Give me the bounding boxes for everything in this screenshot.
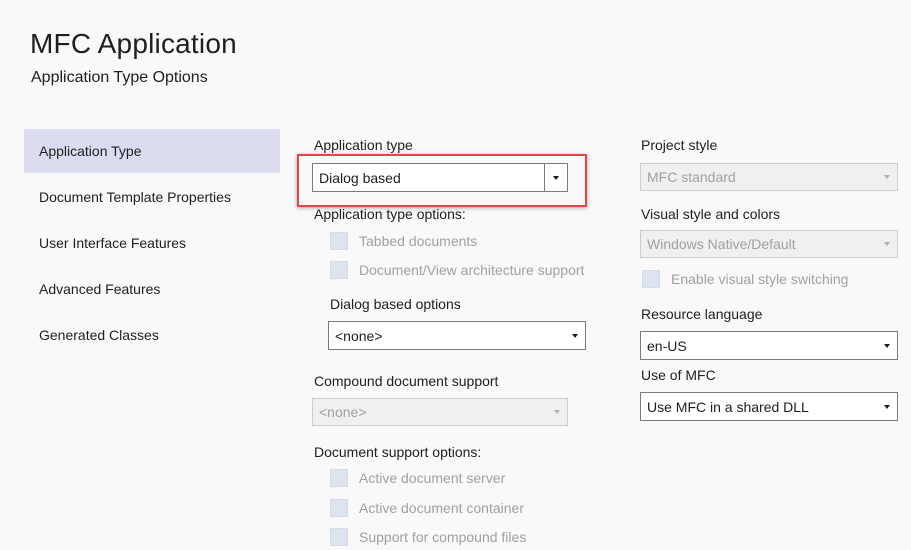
page-subtitle: Application Type Options [31, 69, 208, 86]
tabbed-documents-label: Tabbed documents [359, 233, 478, 249]
compound-document-dropdown[interactable]: <none> [312, 398, 568, 426]
project-style-dropdown[interactable]: MFC standard [640, 163, 898, 191]
sidebar-item-label: Generated Classes [39, 327, 159, 343]
visual-style-switching-row: Enable visual style switching [642, 269, 848, 289]
compound-document-label: Compound document support [314, 373, 499, 389]
page-title: MFC Application [30, 28, 237, 59]
dialog-options-value: <none> [335, 327, 383, 344]
docview-checkbox-row: Document/View architecture support [330, 260, 584, 280]
resource-language-label: Resource language [641, 306, 763, 322]
compound-document-value: <none> [319, 404, 367, 420]
application-type-options-label: Application type options: [314, 206, 466, 222]
dropdown-arrow-icon[interactable] [877, 332, 897, 359]
visual-style-switching-label: Enable visual style switching [671, 271, 849, 287]
resource-language-value: en-US [647, 337, 687, 354]
sidebar-item-application-type[interactable]: Application Type [24, 129, 280, 173]
compound-files-checkbox-row: Support for compound files [330, 527, 526, 547]
dropdown-arrow-icon[interactable] [877, 231, 897, 257]
sidebar-item-document-template-properties[interactable]: Document Template Properties [24, 175, 280, 219]
active-document-container-checkbox[interactable] [330, 499, 348, 517]
compound-files-checkbox[interactable] [330, 528, 348, 546]
sidebar-item-generated-classes[interactable]: Generated Classes [24, 313, 280, 357]
dialog-options-label: Dialog based options [330, 296, 461, 312]
sidebar-item-label: User Interface Features [39, 235, 187, 251]
tabbed-documents-checkbox[interactable] [330, 232, 348, 250]
document-support-label: Document support options: [314, 444, 482, 460]
tabbed-documents-checkbox-row: Tabbed documents [330, 231, 477, 251]
project-style-label: Project style [641, 137, 718, 153]
compound-files-label: Support for compound files [359, 529, 527, 545]
active-server-checkbox-row: Active document server [330, 468, 505, 488]
use-of-mfc-label: Use of MFC [641, 367, 716, 383]
docview-support-label: Document/View architecture support [359, 262, 585, 278]
resource-language-dropdown[interactable]: en-US [640, 331, 898, 360]
dialog-options-dropdown[interactable]: <none> [328, 321, 586, 350]
use-of-mfc-dropdown[interactable]: Use MFC in a shared DLL [640, 392, 898, 421]
visual-style-label: Visual style and colors [641, 206, 781, 222]
visual-style-dropdown[interactable]: Windows Native/Default [640, 230, 898, 258]
dropdown-arrow-icon[interactable] [877, 164, 897, 190]
application-type-label: Application type [314, 137, 413, 153]
sidebar-item-label: Advanced Features [39, 281, 161, 297]
visual-style-value: Windows Native/Default [647, 236, 796, 252]
use-of-mfc-value: Use MFC in a shared DLL [647, 398, 809, 415]
project-style-value: MFC standard [647, 169, 736, 185]
sidebar-item-user-interface-features[interactable]: User Interface Features [24, 221, 280, 265]
dropdown-arrow-icon[interactable] [547, 399, 567, 425]
sidebar-item-label: Document Template Properties [39, 189, 231, 205]
dropdown-arrow-icon[interactable] [877, 393, 897, 420]
dropdown-arrow-icon[interactable] [565, 322, 585, 349]
active-document-server-checkbox[interactable] [330, 469, 348, 487]
active-container-checkbox-row: Active document container [330, 498, 524, 518]
active-document-server-label: Active document server [359, 470, 506, 486]
visual-style-switching-checkbox[interactable] [642, 270, 660, 288]
sidebar-item-label: Application Type [39, 143, 142, 159]
active-document-container-label: Active document container [359, 500, 524, 516]
docview-support-checkbox[interactable] [330, 261, 348, 279]
sidebar-item-advanced-features[interactable]: Advanced Features [24, 267, 280, 311]
highlight-box [297, 154, 587, 207]
